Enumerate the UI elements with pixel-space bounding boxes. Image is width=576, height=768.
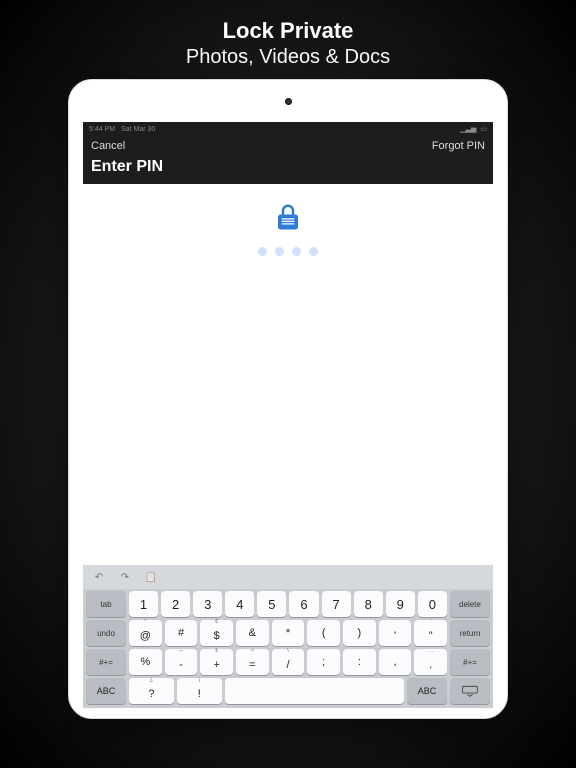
delete-key[interactable]: delete [450, 591, 490, 617]
key-at[interactable]: °@ [129, 620, 162, 646]
wifi-icon: ▁▃▅ [460, 125, 476, 133]
key-8[interactable]: 8 [354, 591, 383, 617]
key-apos[interactable]: ’' [379, 620, 412, 646]
key-quote[interactable]: ”" [414, 620, 447, 646]
key-exclaim[interactable]: ¡! [177, 678, 222, 704]
key-equals[interactable]: ≈= [236, 649, 269, 675]
pin-dot [275, 247, 284, 256]
abc-key-right[interactable]: ABC [407, 678, 447, 704]
key-2[interactable]: 2 [161, 591, 190, 617]
key-period[interactable]: …. [414, 649, 447, 675]
key-9[interactable]: 9 [386, 591, 415, 617]
keyboard-dismiss-icon [462, 685, 478, 697]
key-6[interactable]: 6 [289, 591, 318, 617]
space-key[interactable] [225, 678, 404, 704]
cancel-button[interactable]: Cancel [91, 140, 125, 152]
key-plus[interactable]: ±+ [200, 649, 233, 675]
key-question[interactable]: ¿? [129, 678, 174, 704]
lock-icon [273, 202, 303, 237]
key-rparen[interactable]: ) [343, 620, 376, 646]
key-semicolon[interactable]: ; [307, 649, 340, 675]
abc-key-left[interactable]: ABC [86, 678, 126, 704]
keyboard-toolbar: ↶ ↷ 📋 [83, 565, 493, 589]
promo-line-2: Photos, Videos & Docs [186, 46, 390, 69]
key-amp[interactable]: & [236, 620, 269, 646]
nav-bar: Cancel Forgot PIN Enter PIN [83, 136, 493, 184]
key-percent[interactable]: % [129, 649, 162, 675]
pin-entry-area [83, 184, 493, 565]
status-time: 5:44 PM [89, 126, 115, 133]
status-bar: 5:44 PM Sat Mar 30 ▁▃▅ ▭ [83, 122, 493, 136]
key-lparen[interactable]: ( [307, 620, 340, 646]
clipboard-icon[interactable]: 📋 [143, 569, 159, 585]
key-3[interactable]: 3 [193, 591, 222, 617]
dismiss-keyboard-key[interactable] [450, 678, 490, 704]
undo-key[interactable]: undo [86, 620, 126, 646]
keyboard-row-1: tab 1 2 3 4 5 6 7 8 9 0 delete [86, 591, 490, 617]
key-colon[interactable]: : [343, 649, 376, 675]
tab-key[interactable]: tab [86, 591, 126, 617]
promo-headline: Lock Private Photos, Videos & Docs [186, 18, 390, 69]
device-bezel [69, 80, 507, 122]
keyboard-row-2: undo °@ # ¢$ & * ( ) ’' ”" return [86, 620, 490, 646]
keyboard-row-4: ABC ¿? ¡! ABC [86, 678, 490, 704]
status-date: Sat Mar 30 [121, 126, 155, 133]
redo-arrow-icon[interactable]: ↷ [117, 569, 133, 585]
on-screen-keyboard: ↶ ↷ 📋 tab 1 2 3 4 5 6 7 8 9 0 [83, 565, 493, 708]
key-star[interactable]: * [272, 620, 305, 646]
keyboard-toolbar-right [469, 569, 485, 585]
key-dollar[interactable]: ¢$ [200, 620, 233, 646]
pin-dot [309, 247, 318, 256]
promo-line-1: Lock Private [186, 18, 390, 44]
undo-arrow-icon[interactable]: ↶ [91, 569, 107, 585]
pin-dot [292, 247, 301, 256]
key-1[interactable]: 1 [129, 591, 158, 617]
forgot-pin-button[interactable]: Forgot PIN [432, 140, 485, 152]
key-comma[interactable]: , [379, 649, 412, 675]
pin-dots [258, 247, 318, 256]
symbols-key-left[interactable]: #+= [86, 649, 126, 675]
device-screen: 5:44 PM Sat Mar 30 ▁▃▅ ▭ Cancel Forgot P… [83, 122, 493, 708]
key-slash[interactable]: \/ [272, 649, 305, 675]
key-4[interactable]: 4 [225, 591, 254, 617]
return-key[interactable]: return [450, 620, 490, 646]
key-0[interactable]: 0 [418, 591, 447, 617]
pin-dot [258, 247, 267, 256]
key-5[interactable]: 5 [257, 591, 286, 617]
symbols-key-right[interactable]: #+= [450, 649, 490, 675]
keyboard-row-3: #+= % –- ±+ ≈= \/ ; : , …. #+= [86, 649, 490, 675]
key-7[interactable]: 7 [322, 591, 351, 617]
front-camera [285, 98, 292, 105]
battery-icon: ▭ [480, 125, 487, 133]
key-hash[interactable]: # [165, 620, 198, 646]
ipad-device-frame: 5:44 PM Sat Mar 30 ▁▃▅ ▭ Cancel Forgot P… [68, 79, 508, 719]
page-title: Enter PIN [91, 158, 485, 176]
key-minus[interactable]: –- [165, 649, 198, 675]
